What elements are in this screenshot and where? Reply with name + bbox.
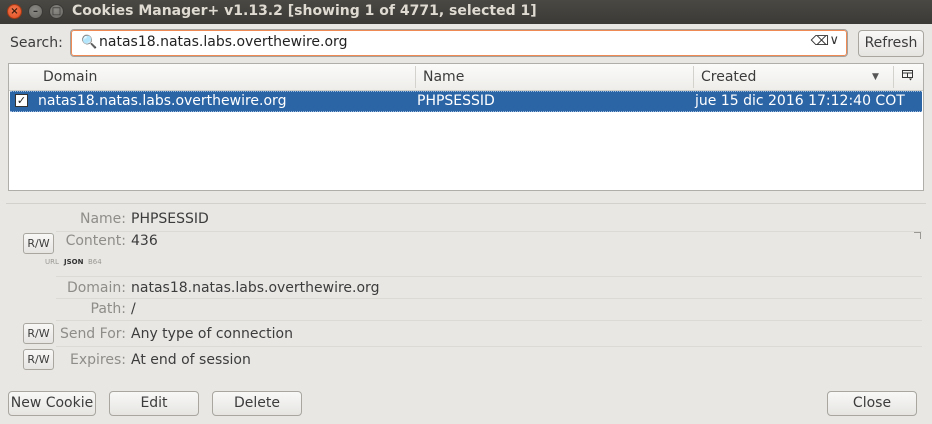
sendfor-rw-button[interactable]: R/W — [23, 323, 54, 344]
window-close-button[interactable]: × — [7, 4, 22, 19]
cell-domain: natas18.natas.labs.overthewire.org — [38, 93, 287, 109]
field-separator — [56, 298, 922, 299]
content-label: Content: — [65, 233, 126, 249]
column-divider — [893, 66, 894, 88]
row-checkbox[interactable]: ✓ — [15, 94, 28, 107]
cell-name: PHPSESSID — [417, 93, 495, 109]
domain-value: natas18.natas.labs.overthewire.org — [131, 280, 380, 296]
expires-rw-button[interactable]: R/W — [23, 349, 54, 370]
section-divider — [6, 203, 926, 204]
edit-button[interactable]: Edit — [109, 391, 199, 416]
content-value[interactable]: 436 — [131, 233, 158, 249]
sendfor-label: Send For: — [59, 326, 126, 342]
path-label: Path: — [90, 301, 126, 317]
sendfor-value[interactable]: Any type of connection — [131, 326, 293, 342]
corner-marker — [914, 232, 921, 239]
column-header-created[interactable]: Created — [701, 69, 756, 85]
field-separator — [56, 320, 922, 321]
field-separator — [56, 276, 922, 277]
refresh-button[interactable]: Refresh — [858, 30, 924, 57]
maximize-icon: □ — [51, 6, 62, 17]
window-maximize-button[interactable]: □ — [49, 4, 64, 19]
column-divider[interactable] — [415, 66, 416, 88]
format-url-option[interactable]: URL — [45, 258, 59, 266]
search-icon: 🔍 — [81, 35, 98, 50]
title-bar: × – □ Cookies Manager+ v1.13.2 [showing … — [0, 0, 932, 24]
cell-created: jue 15 dic 2016 17:12:40 COT — [695, 93, 905, 109]
chevron-down-icon[interactable]: ∨ — [829, 33, 839, 48]
window-minimize-button[interactable]: – — [28, 4, 43, 19]
field-separator — [56, 231, 922, 232]
name-value: PHPSESSID — [131, 211, 209, 227]
field-separator — [56, 346, 922, 347]
minimize-icon: – — [33, 6, 38, 17]
cookie-list[interactable]: Domain Name Created ▼ ✓ natas18.natas.la… — [8, 63, 924, 191]
delete-button[interactable]: Delete — [212, 391, 302, 416]
column-divider[interactable] — [693, 66, 694, 88]
new-cookie-button[interactable]: New Cookie — [8, 391, 96, 416]
column-picker-icon[interactable] — [902, 70, 914, 84]
format-json-option[interactable]: JSON — [64, 258, 83, 266]
search-label: Search: — [10, 35, 63, 51]
expires-label: Expires: — [70, 352, 126, 368]
clear-icon[interactable]: ⌫ — [811, 34, 829, 49]
column-header-row: Domain Name Created ▼ — [9, 64, 923, 91]
name-label: Name: — [79, 211, 126, 227]
close-button[interactable]: Close — [827, 391, 917, 416]
content-rw-button[interactable]: R/W — [23, 233, 54, 254]
search-input[interactable]: 🔍 natas18.natas.labs.overthewire.org ⌫ ∨ — [70, 29, 848, 57]
domain-label: Domain: — [66, 280, 126, 296]
table-row[interactable]: ✓ natas18.natas.labs.overthewire.org PHP… — [10, 91, 922, 112]
search-input-value[interactable]: natas18.natas.labs.overthewire.org — [99, 34, 347, 50]
window-title: Cookies Manager+ v1.13.2 [showing 1 of 4… — [72, 3, 537, 19]
path-value: / — [131, 301, 136, 317]
sort-descending-icon: ▼ — [872, 72, 879, 82]
column-header-domain[interactable]: Domain — [43, 69, 97, 85]
format-b64-option[interactable]: B64 — [88, 258, 102, 266]
expires-value[interactable]: At end of session — [131, 352, 251, 368]
column-header-name[interactable]: Name — [423, 69, 464, 85]
close-icon: × — [10, 6, 19, 17]
